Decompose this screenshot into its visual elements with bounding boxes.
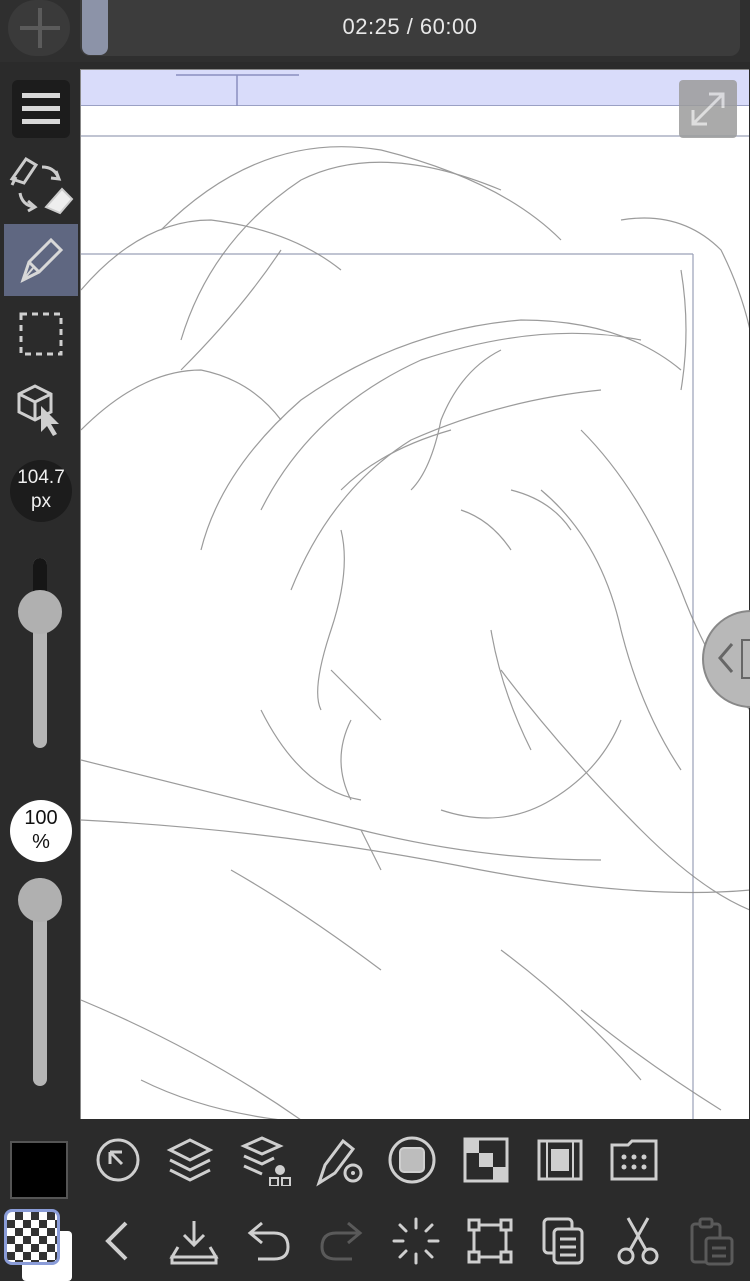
brush-size-slider-knob[interactable] [18,590,62,634]
color-button[interactable] [384,1132,440,1188]
menu-icon [22,93,60,124]
tool-property-button[interactable] [312,1132,368,1188]
transform-button[interactable] [462,1213,518,1269]
undo-button[interactable] [240,1213,296,1269]
layer-property-icon [240,1136,291,1186]
brush-size-slider-fill [33,558,47,592]
sub-view-icon [610,1139,658,1181]
opacity-unit: % [32,831,50,853]
add-button[interactable] [8,0,70,56]
object-select-button[interactable] [4,372,78,444]
back-icon [105,1221,128,1261]
plus-icon [20,8,60,48]
save-icon [169,1221,219,1265]
layers-icon [166,1138,214,1182]
left-toolbar: 104.7 px 100 % [0,62,80,1201]
selection-tool-button[interactable] [4,298,78,370]
top-bar: 02:25 / 60:00 [0,0,750,62]
layer-property-button[interactable] [238,1132,294,1188]
timer-text: 02:25 / 60:00 [80,14,740,40]
drawing-color-swatches[interactable] [4,1209,72,1281]
timer-separator: / [400,14,420,39]
brush-size-unit: px [30,491,52,512]
brush-size-value: 104.7 [17,467,65,488]
transparent-color-swatch[interactable] [4,1209,60,1265]
undo-icon [247,1221,290,1261]
redo-button[interactable] [314,1213,370,1269]
pen-eraser-swap-button[interactable] [4,148,78,220]
sketch-artwork [81,135,749,1119]
animation-timeline-button[interactable] [532,1132,588,1188]
cut-button[interactable] [610,1213,666,1269]
menu-button[interactable] [12,80,70,138]
main-color-swatch[interactable] [10,1141,68,1199]
opacity-badge[interactable]: 100 % [10,800,72,862]
tool-property-icon [316,1138,363,1187]
back-button[interactable] [90,1213,146,1269]
navigator-icon [96,1138,140,1182]
loading-indicator [388,1213,444,1269]
layers-button[interactable] [162,1132,218,1188]
brush-size-badge[interactable]: 104.7 px [10,460,72,522]
save-button[interactable] [166,1213,222,1269]
paste-button[interactable] [684,1213,740,1269]
fullscreen-button[interactable] [679,80,737,138]
material-button[interactable] [458,1132,514,1188]
material-icon [463,1137,509,1183]
selection-icon [19,312,63,356]
object-select-icon [17,384,59,436]
drawing-canvas[interactable] [80,69,749,1119]
color-icon [388,1136,436,1184]
redo-icon [320,1221,363,1261]
command-bar [0,1201,750,1281]
pen-eraser-swap-icon [9,156,74,215]
copy-icon [542,1217,584,1265]
side-panel-tab[interactable] [702,610,750,708]
timer-elapsed: 02:25 [342,14,401,39]
navigator-button[interactable] [90,1132,146,1188]
cut-icon [617,1217,659,1265]
chevron-left-icon [718,639,750,679]
paste-icon [690,1217,734,1266]
expand-icon [691,92,725,126]
loading-icon [392,1217,440,1265]
opacity-value: 100 [24,807,58,829]
palette-bar [80,1119,750,1201]
opacity-slider-knob[interactable] [18,878,62,922]
sub-view-button[interactable] [606,1132,662,1188]
transform-icon [467,1218,513,1264]
pen-icon [20,237,64,283]
timer-total: 60:00 [419,14,478,39]
copy-button[interactable] [536,1213,592,1269]
brush-size-slider[interactable] [33,558,47,748]
animation-timeline-icon [537,1139,583,1181]
pen-tool-button[interactable] [4,224,78,296]
